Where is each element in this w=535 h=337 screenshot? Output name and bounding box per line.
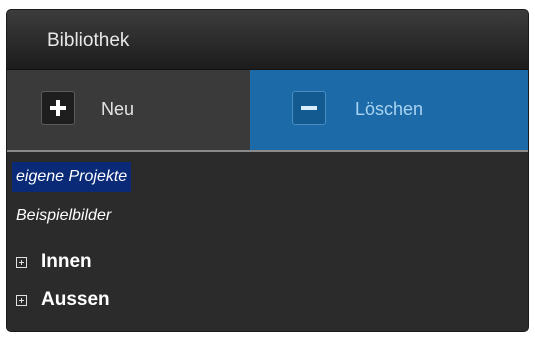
- tree-item-innen[interactable]: Innen: [16, 250, 92, 278]
- tree-item-aussen[interactable]: Aussen: [16, 288, 110, 316]
- tree-item-innen-label: Innen: [41, 251, 92, 272]
- minus-icon: [292, 91, 326, 125]
- expand-plus-icon[interactable]: [16, 257, 27, 268]
- panel-title: Bibliothek: [47, 30, 130, 51]
- delete-button[interactable]: Löschen: [250, 70, 528, 150]
- tree-item-eigene-projekte[interactable]: eigene Projekte: [12, 162, 132, 192]
- library-toolbar: Neu Löschen: [7, 70, 528, 152]
- expand-plus-icon[interactable]: [16, 295, 27, 306]
- new-button-label: Neu: [101, 99, 135, 119]
- new-button[interactable]: Neu: [7, 70, 250, 150]
- tree-item-beispielbilder[interactable]: Beispielbilder: [16, 204, 111, 232]
- delete-button-label: Löschen: [355, 99, 424, 119]
- tree-item-aussen-label: Aussen: [41, 289, 110, 310]
- plus-icon: [41, 91, 75, 125]
- library-panel: Bibliothek Neu Löschen eigene Projekte B…: [7, 10, 528, 331]
- panel-header: Bibliothek: [7, 10, 528, 70]
